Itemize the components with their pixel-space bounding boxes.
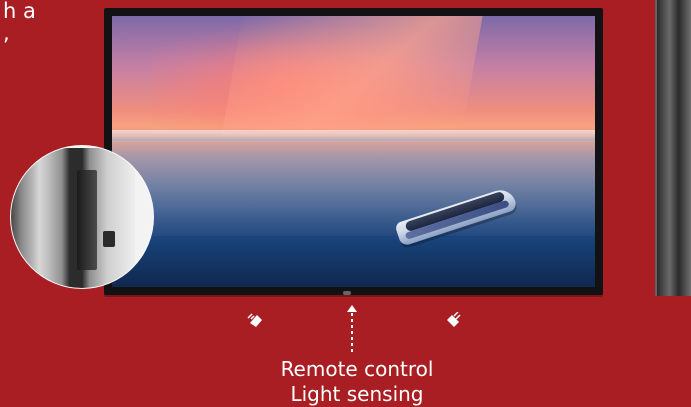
tv-screen [112,16,595,287]
side-profile [655,0,691,296]
sensor-icon [247,313,262,327]
heading-fragment: h a , [0,0,95,62]
tv-stand-indicator [343,291,351,295]
remote-control-label: Remote control [280,357,434,381]
light-sensing-label: Light sensing [290,382,424,406]
tv-display [104,8,603,295]
sensor-icon [447,312,461,327]
sensor-label: Remote control Light sensing [262,357,452,407]
detail-bracket [77,170,97,270]
heading-line-2: , [3,21,10,45]
up-arrow-icon [347,305,357,354]
sky-streak [221,16,483,136]
detail-background [11,148,135,288]
detail-callout [10,145,154,289]
detail-clip [103,231,115,247]
heading-line-1: h a [3,0,36,23]
